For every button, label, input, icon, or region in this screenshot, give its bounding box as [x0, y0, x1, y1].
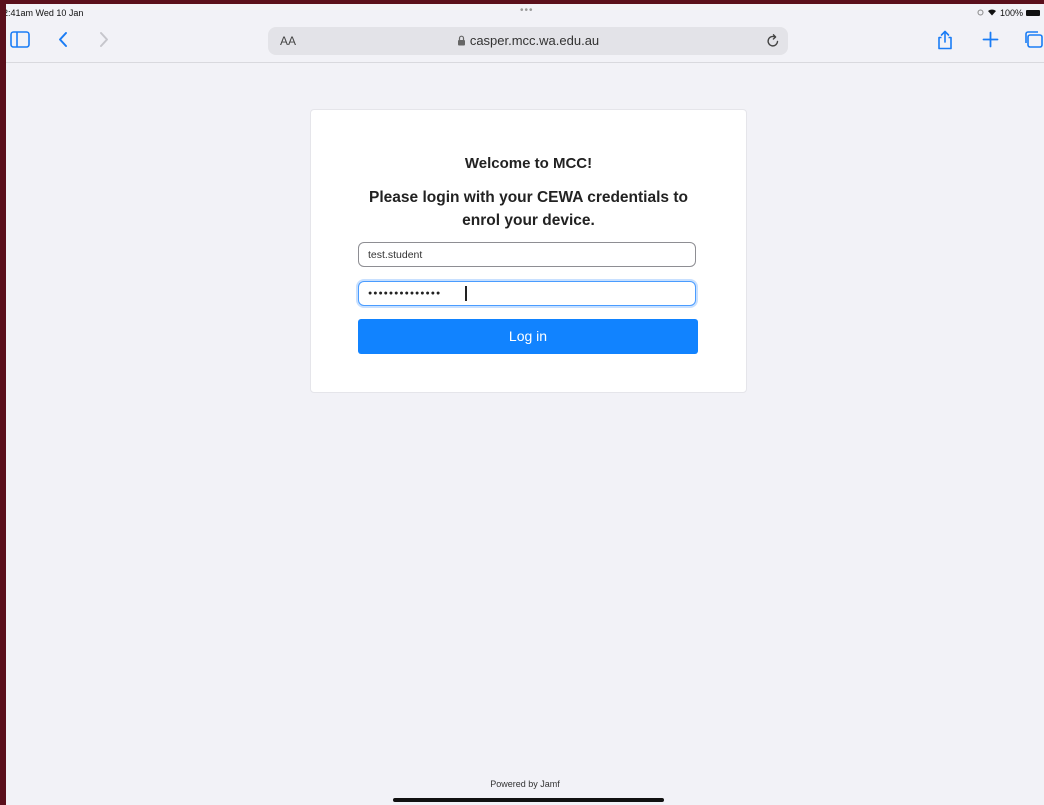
password-value: ●●●●●●●●●●●●●● [368, 290, 442, 297]
text-cursor [465, 286, 467, 301]
tabs-icon[interactable] [1024, 31, 1044, 48]
browser-toolbar: AA casper.mcc.wa.edu.au [6, 20, 1044, 63]
back-icon[interactable] [57, 31, 69, 48]
status-bar: 2:41am Wed 10 Jan ••• 100% [6, 4, 1044, 20]
username-field[interactable]: test.student [358, 242, 696, 267]
home-indicator[interactable] [393, 798, 664, 802]
url-text: casper.mcc.wa.edu.au [469, 33, 600, 48]
multitasking-dots[interactable]: ••• [520, 5, 534, 16]
login-card: Welcome to MCC! Please login with your C… [310, 109, 747, 393]
sidebar-icon[interactable] [10, 31, 30, 48]
password-field[interactable]: ●●●●●●●●●●●●●● [358, 281, 696, 306]
status-time: 2:41am Wed 10 Jan [6, 8, 84, 18]
welcome-heading: Welcome to MCC! [464, 155, 593, 172]
powered-by-footer: Powered by Jamf [490, 779, 560, 789]
wifi-icon [987, 8, 997, 18]
url-display[interactable]: casper.mcc.wa.edu.au [268, 33, 788, 49]
ipad-screen: 2:41am Wed 10 Jan ••• 100% AA casper.mcc… [6, 4, 1044, 805]
share-icon[interactable] [936, 30, 954, 50]
battery-percent: 100% [999, 8, 1023, 18]
new-tab-icon[interactable] [982, 31, 999, 48]
battery-icon [1026, 10, 1040, 16]
address-bar[interactable]: AA casper.mcc.wa.edu.au [268, 27, 788, 55]
login-instructions: Please login with your CEWA credentials … [369, 189, 688, 229]
login-button[interactable]: Log in [358, 319, 698, 354]
signal-icon [977, 8, 984, 18]
lock-icon [457, 34, 466, 49]
status-right: 100% [977, 8, 1040, 18]
reload-icon[interactable] [766, 33, 780, 53]
username-value: test.student [368, 249, 423, 261]
forward-icon[interactable] [98, 31, 110, 48]
